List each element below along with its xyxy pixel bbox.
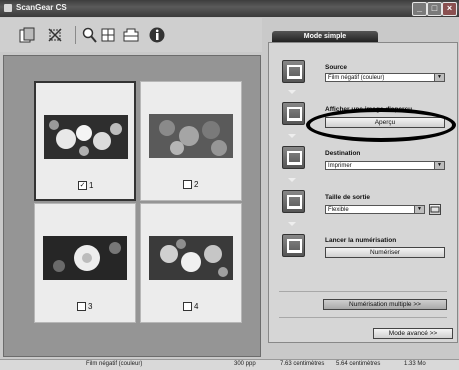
simple-mode-panel: Source Film négatif (couleur) ▼ Afficher… — [268, 42, 458, 343]
minimize-button[interactable]: _ — [412, 2, 427, 16]
film-frame-1[interactable]: ✓ 1 — [34, 81, 136, 201]
preview-area[interactable]: ✓ 1 2 3 4 — [3, 55, 261, 357]
panel-divider — [279, 291, 447, 292]
advanced-mode-button[interactable]: Mode avancé >> — [373, 328, 453, 339]
destination-select[interactable]: Imprimer ▼ — [325, 161, 445, 170]
scan-step-icon — [282, 234, 305, 257]
source-select-value: Film négatif (couleur) — [328, 75, 385, 81]
title-bar: ScanGear CS _ □ × — [0, 0, 459, 17]
close-button[interactable]: × — [442, 2, 457, 16]
status-size: 1.33 Mo — [404, 361, 426, 367]
frame-2-checkbox-group: 2 — [183, 180, 198, 189]
panel-divider — [279, 317, 447, 318]
frame-1-thumbnail — [44, 115, 128, 159]
source-select[interactable]: Film négatif (couleur) ▼ — [325, 73, 445, 82]
preview-step-icon — [282, 102, 305, 125]
frame-1-checkbox-group: ✓ 1 — [78, 181, 93, 190]
output-size-select-value: Flexible — [328, 207, 349, 213]
chevron-down-icon: ▼ — [434, 162, 444, 169]
zoom-icon[interactable] — [80, 26, 98, 44]
status-film-type: Film négatif (couleur) — [86, 361, 143, 367]
maximize-button[interactable]: □ — [427, 2, 442, 16]
source-label: Source — [325, 64, 348, 71]
output-size-select[interactable]: Flexible ▼ — [325, 205, 425, 214]
info-icon[interactable] — [148, 26, 166, 44]
status-resolution: 300 ppp — [234, 361, 256, 367]
step-arrow-icon — [288, 222, 296, 226]
film-frame-2[interactable]: 2 — [140, 81, 242, 201]
frame-3-label: 3 — [88, 302, 93, 311]
destination-label: Destination — [325, 150, 361, 157]
step-arrow-icon — [288, 90, 296, 94]
step-arrow-icon — [288, 134, 296, 138]
frame-1-label: 1 — [89, 181, 94, 190]
app-icon — [4, 4, 12, 12]
multi-page-icon[interactable] — [18, 26, 36, 44]
copy-frames-icon[interactable] — [100, 26, 118, 44]
film-frame-3[interactable]: 3 — [34, 203, 136, 323]
step-arrow-icon — [288, 178, 296, 182]
frame-4-label: 4 — [194, 302, 199, 311]
frame-4-checkbox-group: 4 — [183, 302, 198, 311]
frame-2-label: 2 — [194, 180, 199, 189]
chevron-down-icon: ▼ — [414, 206, 424, 213]
toolbar-separator — [75, 26, 76, 44]
output-size-step-icon — [282, 190, 305, 213]
frame-3-checkbox-group: 3 — [77, 302, 92, 311]
crop-icon[interactable] — [46, 26, 64, 44]
frame-4-checkbox[interactable] — [183, 302, 192, 311]
status-bar: Film négatif (couleur) 300 ppp 7.63 cent… — [0, 359, 459, 370]
scan-step-label: Lancer la numérisation — [325, 237, 397, 244]
destination-step-icon — [282, 146, 305, 169]
toolbar — [0, 18, 262, 52]
frame-4-thumbnail — [149, 236, 233, 280]
output-size-label: Taille de sortie — [325, 194, 371, 201]
frame-3-checkbox[interactable] — [77, 302, 86, 311]
frame-1-checkbox[interactable]: ✓ — [78, 181, 87, 190]
frame-2-checkbox[interactable] — [183, 180, 192, 189]
chevron-down-icon: ▼ — [434, 74, 444, 81]
status-dimension-2: 5.64 centimètres — [336, 361, 381, 367]
numeriser-button[interactable]: Numériser — [325, 247, 445, 258]
output-size-settings-button[interactable] — [429, 204, 441, 215]
frame-3-thumbnail — [43, 236, 127, 280]
highlight-ellipse — [306, 108, 456, 142]
frames-icon[interactable] — [122, 26, 140, 44]
film-frame-4[interactable]: 4 — [140, 203, 242, 323]
destination-select-value: Imprimer — [328, 163, 352, 169]
window-title: ScanGear CS — [16, 3, 67, 12]
source-step-icon — [282, 60, 305, 83]
scangear-window: ScanGear CS _ □ × ✓ 1 2 3 4 Mode simple … — [0, 0, 459, 370]
status-dimension-1: 7.63 centimètres — [280, 361, 325, 367]
frame-2-thumbnail — [149, 114, 233, 158]
tab-mode-simple[interactable]: Mode simple — [272, 31, 378, 42]
multi-scan-button[interactable]: Numérisation multiple >> — [323, 299, 447, 310]
settings-icon — [430, 206, 440, 213]
